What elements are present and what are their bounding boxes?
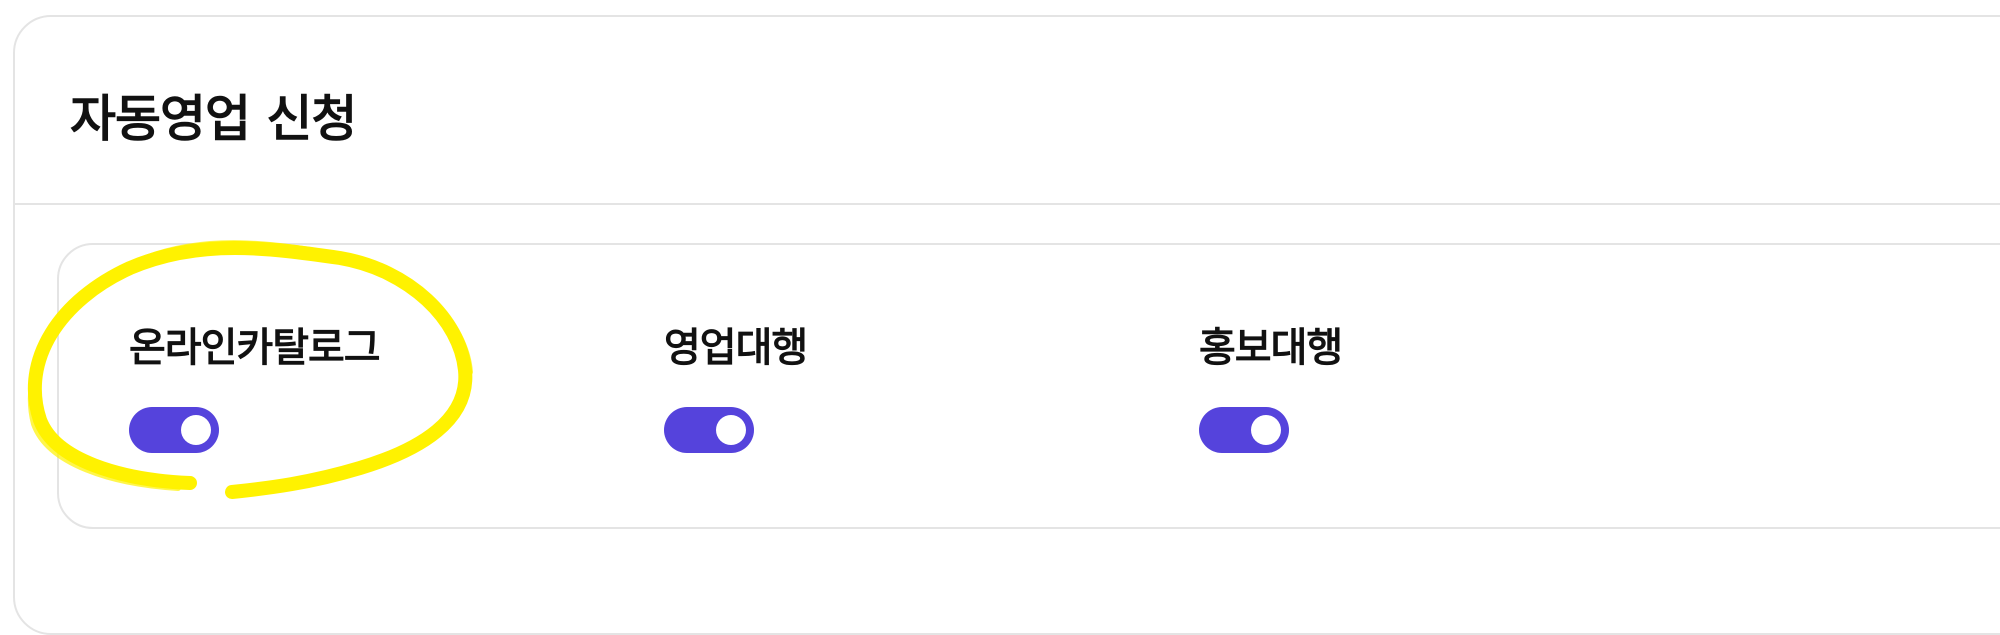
pr-agency-toggle[interactable]	[1199, 407, 1289, 453]
toggle-knob	[181, 415, 211, 445]
option-label: 영업대행	[664, 325, 808, 371]
online-catalog-toggle[interactable]	[129, 407, 219, 453]
toggle-knob	[716, 415, 746, 445]
options-panel: 온라인카탈로그 영업대행 홍보대행	[57, 243, 2000, 529]
option-label: 홍보대행	[1199, 325, 1343, 371]
option-label: 온라인카탈로그	[129, 325, 381, 371]
sales-agency-toggle[interactable]	[664, 407, 754, 453]
card-title: 자동영업 신청	[70, 90, 357, 148]
card-header: 자동영업 신청	[15, 17, 2000, 205]
toggle-knob	[1251, 415, 1281, 445]
